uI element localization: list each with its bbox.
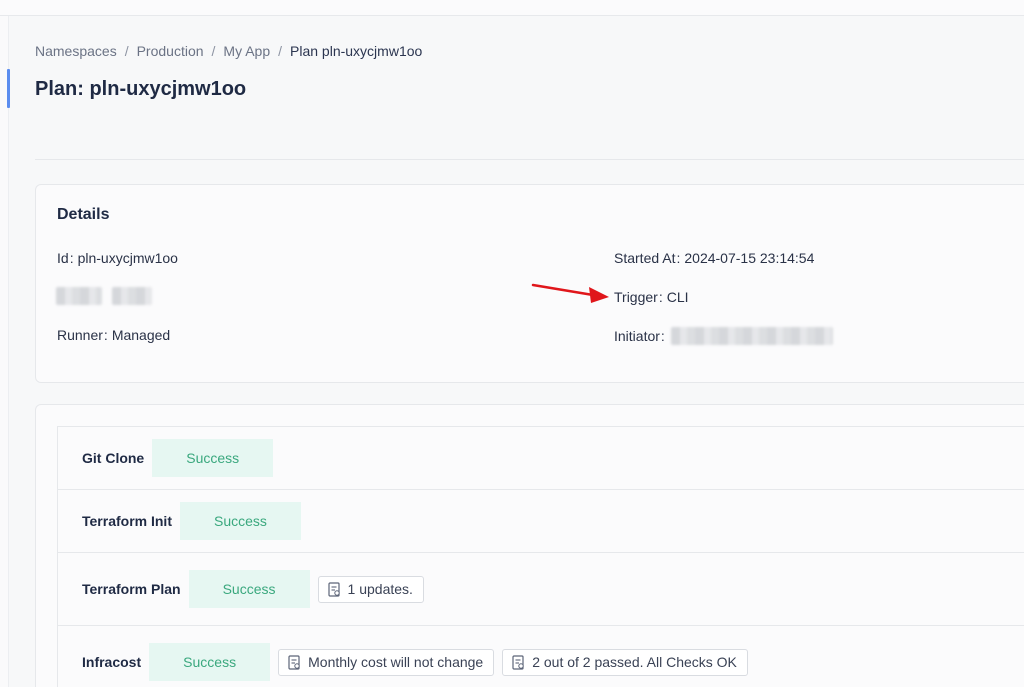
started-at-value: 2024-07-15 23:14:54 [684, 250, 815, 266]
id-label: Id [57, 250, 69, 266]
colon: : [69, 250, 74, 266]
report-icon [288, 654, 300, 670]
started-at-label: Started At [614, 250, 676, 266]
runner-value: Managed [111, 327, 171, 343]
left-rail [0, 16, 9, 687]
breadcrumb-separator: / [278, 43, 283, 59]
status-badge: Success [149, 643, 271, 681]
breadcrumb-namespaces[interactable]: Namespaces [35, 43, 117, 59]
colon: : [103, 327, 108, 343]
title-divider [35, 159, 1024, 160]
step-name: Infracost [82, 654, 142, 670]
colon: : [658, 289, 663, 305]
colon: : [660, 328, 665, 344]
redacted-value [112, 287, 152, 305]
breadcrumb-separator: / [124, 43, 129, 59]
redacted-label [56, 287, 102, 305]
report-icon [512, 654, 524, 670]
chip-label: Monthly cost will not change [308, 654, 484, 670]
red-arrow-icon [531, 283, 609, 303]
step-row-infracost[interactable]: Infracost Success Monthly cost will not … [57, 625, 1024, 687]
step-name: Terraform Init [82, 513, 172, 529]
status-badge: Success [179, 502, 301, 540]
initiator-value-redacted [670, 327, 833, 345]
redacted-field [56, 287, 152, 305]
runner-field: Runner : Managed [57, 327, 170, 343]
trigger-value: CLI [666, 289, 689, 305]
checks-chip[interactable]: 2 out of 2 passed. All Checks OK [502, 648, 748, 676]
trigger-field: Trigger : CLI [614, 289, 689, 305]
breadcrumb-my-app[interactable]: My App [223, 43, 270, 59]
page-title: Plan: pln-uxycjmw1oo [35, 78, 247, 100]
top-bar [0, 0, 1024, 16]
started-at-field: Started At : 2024-07-15 23:14:54 [614, 250, 814, 266]
details-card: Details Id : pln-uxycjmw1oo Runner : Man… [35, 184, 1024, 383]
breadcrumb-current-plan: Plan pln-uxycjmw1oo [290, 43, 423, 59]
breadcrumb: Namespaces / Production / My App / Plan … [35, 43, 422, 59]
colon: : [676, 250, 681, 266]
chip-label: 2 out of 2 passed. All Checks OK [532, 654, 737, 670]
step-row-git-clone[interactable]: Git Clone Success [57, 426, 1024, 490]
step-row-terraform-plan[interactable]: Terraform Plan Success 1 updates. [57, 552, 1024, 626]
initiator-field: Initiator : [614, 327, 833, 345]
updates-chip[interactable]: 1 updates. [317, 575, 424, 603]
status-badge: Success [152, 439, 274, 477]
active-nav-marker [7, 69, 10, 108]
breadcrumb-production[interactable]: Production [137, 43, 204, 59]
initiator-label: Initiator [614, 328, 660, 344]
id-field: Id : pln-uxycjmw1oo [57, 250, 178, 266]
step-row-terraform-init[interactable]: Terraform Init Success [57, 489, 1024, 553]
id-value: pln-uxycjmw1oo [77, 250, 178, 266]
runner-label: Runner [57, 327, 103, 343]
steps-card: Git Clone Success Terraform Init Success… [35, 404, 1024, 687]
step-name: Git Clone [82, 450, 145, 466]
status-badge: Success [188, 570, 310, 608]
step-name: Terraform Plan [82, 581, 181, 597]
breadcrumb-separator: / [211, 43, 216, 59]
cost-chip[interactable]: Monthly cost will not change [278, 648, 495, 676]
chip-label: 1 updates. [347, 581, 413, 597]
details-heading: Details [57, 206, 110, 223]
report-icon [327, 581, 340, 597]
trigger-label: Trigger [614, 289, 658, 305]
